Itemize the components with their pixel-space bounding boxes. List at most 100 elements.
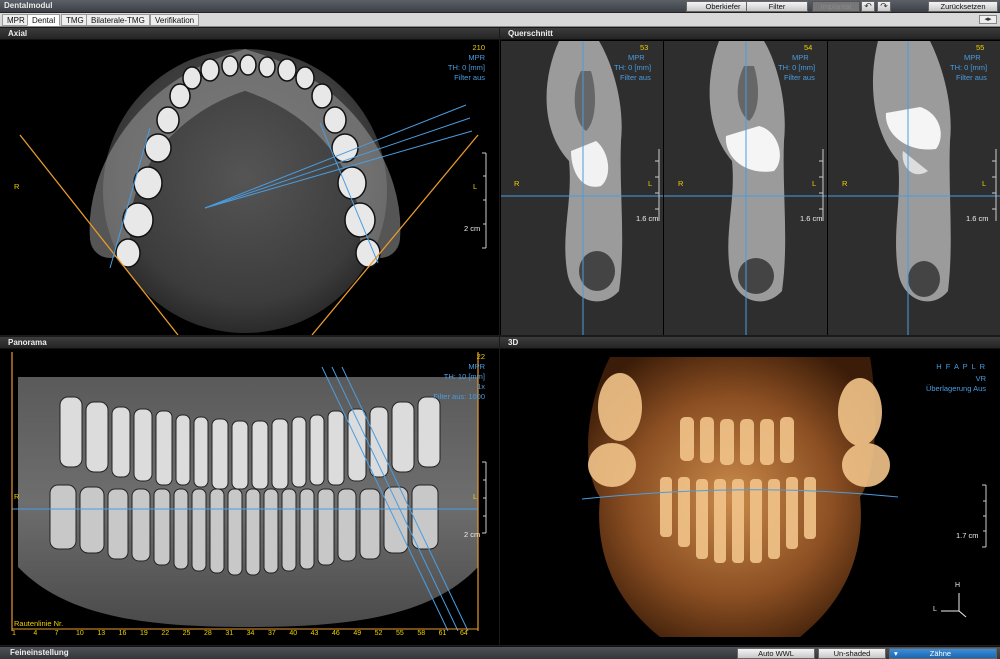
ruler-tick-label: 34: [246, 630, 255, 637]
ruler-tick-label: 43: [310, 630, 319, 637]
ruler-tick-label: 25: [182, 630, 191, 637]
querschnitt-title: Querschnitt: [508, 29, 553, 38]
view-3d-orientation-axes: [941, 593, 967, 618]
ruler-tick-label: 58: [417, 630, 426, 637]
view-3d-axis-h: H: [955, 582, 961, 589]
ruler-tick-label: 13: [97, 630, 106, 637]
ruler-tick-label: 49: [353, 630, 362, 637]
panorama-image: [11, 352, 487, 632]
auto-wwl-button[interactable]: Auto WWL: [737, 648, 815, 659]
panorama-ruler[interactable]: 1 4 7 10 13 16 19 22 25 28 31 34 37 40 43 46 49 52 55 58 61 6…: [0, 629, 499, 641]
ruler-tick-label: 19: [140, 630, 148, 637]
querschnitt-right-marker: R: [514, 179, 520, 188]
view-3d[interactable]: 3D H F A P L R VR Überlagerung Aus 1.7 c…: [500, 337, 1000, 645]
querschnitt-left-marker: L: [982, 179, 987, 188]
status-bar: Feineinstellung Auto WWL Un-shaded ▾ Zähn…: [0, 646, 1000, 659]
querschnitt-filter: Filter aus: [956, 73, 987, 82]
axial-filter: Filter aus: [454, 73, 485, 82]
querschnitt-mode: MPR: [628, 53, 645, 62]
panorama-scale-bar: [482, 461, 487, 534]
querschnitt-slice-number: 55: [976, 43, 985, 52]
panorama-slice-number: 22: [476, 352, 485, 361]
querschnitt-header: Querschnitt: [500, 28, 1000, 40]
querschnitt-view[interactable]: Querschnitt 53 MPR TH: 0 [mm] Filter aus…: [500, 28, 1000, 335]
querschnitt-left-marker: L: [648, 179, 653, 188]
panorama-right-marker: R: [14, 492, 20, 501]
ruler-tick-label: 61: [438, 630, 447, 637]
feineinstellung-label[interactable]: Feineinstellung: [10, 648, 69, 657]
panorama-zoom: 1x: [477, 382, 485, 391]
ruler-tick-label: 52: [374, 630, 383, 637]
panorama-view[interactable]: Panorama 22 MPR TH: 10 [mm] 1x Filter au…: [0, 337, 499, 645]
view-3d-scale-bar: [982, 484, 987, 548]
panorama-scale-label: 2 cm: [464, 530, 481, 539]
querschnitt-thickness: TH: 0 [mm]: [950, 63, 988, 72]
unshaded-button[interactable]: Un-shaded: [818, 648, 886, 659]
ruler-tick-label: 64: [460, 630, 468, 637]
dropdown-arrow-icon: ▾: [894, 649, 898, 658]
ruler-tick-label: 37: [268, 630, 276, 637]
undo-icon[interactable]: ↶: [861, 1, 875, 12]
querschnitt-right-marker: R: [842, 179, 848, 188]
axial-slice-number: 210: [472, 43, 485, 52]
zaehne-label: Zähne: [929, 649, 952, 658]
panorama-mode: MPR: [468, 362, 485, 371]
querschnitt-scale-label: 1.6 cm: [966, 214, 989, 223]
tab-tmg[interactable]: TMG: [61, 14, 89, 26]
tab-verifikation[interactable]: Verifikation: [150, 14, 200, 26]
axial-image: [19, 49, 487, 335]
panorama-filter: Filter aus: 1000: [433, 392, 485, 401]
view-3d-orientation: H F A P L R: [936, 362, 986, 371]
querschnitt-mode: MPR: [964, 53, 981, 62]
ruler-tick-label: 31: [225, 630, 234, 637]
axial-view[interactable]: Axial 210 MPR TH: 0 [mm] Filter aus R L …: [0, 28, 499, 335]
axial-left-marker: L: [473, 182, 478, 191]
filter-button[interactable]: Filter: [746, 1, 808, 12]
querschnitt-slice-54[interactable]: [664, 41, 827, 335]
view-3d-axis-l: L: [933, 606, 937, 613]
panel-toggle-icon[interactable]: ◂▸: [979, 15, 997, 24]
redo-icon[interactable]: ↷: [877, 1, 891, 12]
querschnitt-filter: Filter aus: [620, 73, 651, 82]
querschnitt-thickness: TH: 0 [mm]: [614, 63, 652, 72]
ruler-tick-label: 28: [204, 630, 212, 637]
axial-scale-bar: [482, 152, 487, 249]
ruler-tick-label: 4: [33, 630, 38, 637]
querschnitt-thickness: TH: 0 [mm]: [778, 63, 816, 72]
tab-bilaterale-tmg[interactable]: Bilaterale-TMG: [86, 14, 150, 26]
querschnitt-filter: Filter aus: [784, 73, 815, 82]
tab-mpr[interactable]: MPR: [2, 14, 30, 26]
ruler-tick-label: 16: [118, 630, 127, 637]
ruler-tick-label: 10: [76, 630, 84, 637]
querschnitt-slice-53[interactable]: [501, 41, 663, 335]
axial-right-marker: R: [14, 182, 20, 191]
view-3d-mode: VR: [975, 374, 986, 383]
querschnitt-mode: MPR: [792, 53, 809, 62]
ruler-tick-label: 22: [161, 630, 170, 637]
querschnitt-slice-55[interactable]: [828, 41, 1000, 335]
querschnitt-slice-number: 54: [804, 43, 813, 52]
querschnitt-slice-number: 53: [640, 43, 649, 52]
querschnitt-left-marker: L: [812, 179, 817, 188]
ruler-tick-label: 7: [54, 630, 59, 637]
tab-bar: MPR Dental TMG Bilaterale-TMG Verifikati…: [0, 13, 1000, 27]
axial-mode: MPR: [468, 53, 485, 62]
querschnitt-scale-label: 1.6 cm: [636, 214, 659, 223]
tab-dental[interactable]: Dental: [27, 14, 61, 26]
zaehne-dropdown[interactable]: ▾ Zähne: [889, 648, 997, 659]
title-bar: Dentalmodul Oberkiefer Filter Implantat …: [0, 0, 1000, 13]
zuruecksetzen-button[interactable]: Zurücksetzen: [928, 1, 998, 12]
axial-scale-label: 2 cm: [464, 224, 481, 233]
window-title: Dentalmodul: [4, 1, 53, 10]
querschnitt-scale-label: 1.6 cm: [800, 214, 823, 223]
panorama-thickness: TH: 10 [mm]: [443, 372, 485, 381]
view-3d-overlay-status: Überlagerung Aus: [925, 384, 986, 393]
view-3d-scale-label: 1.7 cm: [956, 531, 979, 540]
panorama-rautenlinie-label: Rautenlinie Nr.: [14, 619, 64, 628]
ruler-tick-label: 46: [332, 630, 340, 637]
panorama-left-marker: L: [473, 492, 478, 501]
ruler-tick-label: 1: [12, 630, 16, 637]
axial-thickness: TH: 0 [mm]: [447, 63, 485, 72]
implantat-button[interactable]: Implantat: [812, 1, 860, 12]
ruler-tick-label: 55: [396, 630, 404, 637]
